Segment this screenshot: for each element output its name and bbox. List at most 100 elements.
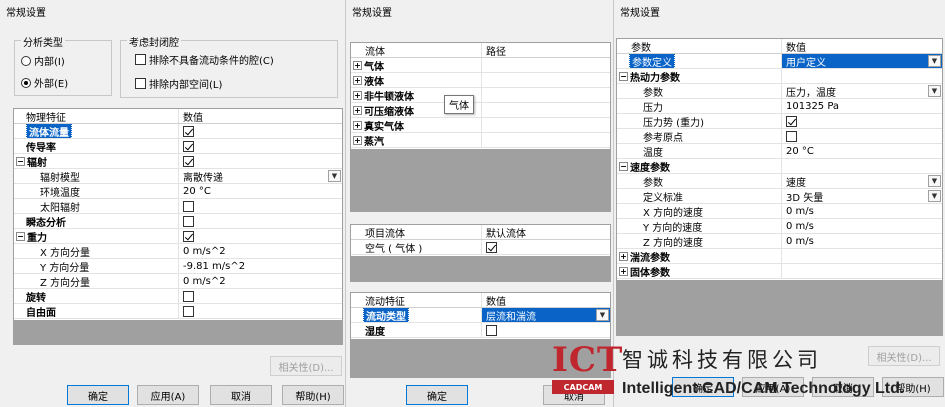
row-radiation[interactable]: − 辐射: [14, 154, 342, 169]
parameters-grid[interactable]: 参数 数值 参数定义 用户定义 ▼ − 热动力参数 参数 压力，温度 ▼ 压力 1…: [616, 38, 943, 336]
row-gravity[interactable]: − 重力: [14, 229, 342, 244]
check-reference-origin[interactable]: [786, 130, 797, 142]
row-transient[interactable]: 瞬态分析: [14, 214, 342, 229]
chevron-down-icon[interactable]: ▼: [928, 85, 941, 97]
radio-internal-indicator[interactable]: [21, 55, 31, 66]
value-velocity-x[interactable]: 0 m/s: [781, 204, 942, 218]
row-definition-standard[interactable]: 定义标准 3D 矢量 ▼: [617, 189, 942, 204]
chevron-down-icon[interactable]: ▼: [928, 190, 941, 202]
value-velocity-y[interactable]: 0 m/s: [781, 219, 942, 233]
ok-button[interactable]: 确定: [406, 385, 468, 405]
row-radiation-model[interactable]: 辐射模型 离散传递 ▼: [14, 169, 342, 184]
exclude-internal-checkbox[interactable]: 排除内部空间(L): [135, 76, 222, 91]
row-gravity-z[interactable]: Z 方向分量 0 m/s^2: [14, 274, 342, 289]
row-thermo-params[interactable]: − 热动力参数: [617, 69, 942, 84]
expand-icon[interactable]: +: [353, 105, 362, 115]
expand-icon[interactable]: +: [353, 120, 362, 130]
expand-icon[interactable]: +: [353, 135, 362, 145]
row-ambient-temp[interactable]: 环境温度 20 °C: [14, 184, 342, 199]
check-gravity[interactable]: [183, 230, 194, 242]
chevron-down-icon[interactable]: ▼: [328, 170, 341, 182]
value-radiation-model[interactable]: 离散传递: [178, 169, 342, 184]
value-param-definition[interactable]: 用户定义: [781, 54, 942, 69]
row-velocity-y[interactable]: Y 方向的速度 0 m/s: [617, 219, 942, 234]
row-gravity-y[interactable]: Y 方向分量 -9.81 m/s^2: [14, 259, 342, 274]
value-gravity-x[interactable]: 0 m/s^2: [178, 244, 342, 258]
value-ambient-temp[interactable]: 20 °C: [178, 184, 342, 198]
fluid-item-liquid[interactable]: + 液体: [351, 73, 610, 88]
row-fluid-flow[interactable]: 流体流量: [14, 124, 342, 139]
value-temperature[interactable]: 20 °C: [781, 144, 942, 158]
humidity-check[interactable]: [486, 324, 497, 336]
chevron-down-icon[interactable]: ▼: [928, 55, 941, 67]
row-free-surface[interactable]: 自由面: [14, 304, 342, 319]
ok-button[interactable]: 确定: [67, 385, 129, 405]
collapse-icon[interactable]: −: [619, 161, 628, 171]
expand-icon[interactable]: +: [353, 90, 362, 100]
expand-icon[interactable]: +: [353, 60, 362, 70]
value-definition-standard[interactable]: 3D 矢量: [781, 189, 942, 204]
row-turbulence-params[interactable]: + 湍流参数: [617, 249, 942, 264]
flow-type-row[interactable]: 流动类型 层流和湍流 ▼: [351, 308, 610, 323]
row-solid-params[interactable]: + 固体参数: [617, 264, 942, 279]
value-velocity-param[interactable]: 速度: [781, 174, 942, 189]
expand-icon[interactable]: +: [353, 75, 362, 85]
radio-internal[interactable]: 内部(I): [21, 53, 65, 68]
expand-icon[interactable]: +: [619, 266, 628, 276]
value-velocity-z[interactable]: 0 m/s: [781, 234, 942, 248]
row-gravity-x[interactable]: X 方向分量 0 m/s^2: [14, 244, 342, 259]
radio-external-indicator[interactable]: [21, 77, 31, 88]
check-rotation[interactable]: [183, 290, 194, 302]
row-velocity-params[interactable]: − 速度参数: [617, 159, 942, 174]
help-button[interactable]: 帮助(H): [282, 385, 344, 405]
check-transient[interactable]: [183, 215, 194, 227]
check-pressure-potential[interactable]: [786, 115, 797, 127]
cancel-button[interactable]: 取消: [210, 385, 272, 405]
project-fluids-grid[interactable]: 项目流体 默认流体 空气 ( 气体 ): [350, 224, 611, 282]
expand-icon[interactable]: +: [619, 251, 628, 261]
flow-type-value[interactable]: 层流和湍流: [481, 308, 610, 323]
row-conductivity[interactable]: 传导率: [14, 139, 342, 154]
collapse-icon[interactable]: −: [16, 231, 25, 241]
default-fluid-check[interactable]: [486, 241, 497, 253]
fluid-item-steam[interactable]: + 蒸汽: [351, 133, 610, 148]
row-temperature[interactable]: 温度 20 °C: [617, 144, 942, 159]
row-thermo-param[interactable]: 参数 压力，温度 ▼: [617, 84, 942, 99]
dependency-button[interactable]: 相关性(D)...: [270, 356, 342, 376]
row-reference-origin[interactable]: 参考原点: [617, 129, 942, 144]
exclude-no-flow-box[interactable]: [135, 54, 146, 65]
exclude-internal-box[interactable]: [135, 78, 146, 89]
fluids-grid[interactable]: 流体 路径 + 气体 + 液体 + 非牛顿液体 + 可压缩液体 + 真实气体 + 蒸汽: [350, 42, 611, 212]
row-solar-radiation[interactable]: 太阳辐射: [14, 199, 342, 214]
humidity-row[interactable]: 湿度: [351, 323, 610, 338]
radio-external[interactable]: 外部(E): [21, 75, 68, 90]
row-rotation[interactable]: 旋转: [14, 289, 342, 304]
project-fluid-row[interactable]: 空气 ( 气体 ): [351, 240, 610, 255]
check-conductivity[interactable]: [183, 140, 194, 152]
collapse-icon[interactable]: −: [619, 71, 628, 81]
collapse-icon[interactable]: −: [16, 156, 25, 166]
row-velocity-param[interactable]: 参数 速度 ▼: [617, 174, 942, 189]
chevron-down-icon[interactable]: ▼: [596, 309, 609, 321]
value-pressure[interactable]: 101325 Pa: [781, 99, 942, 113]
value-gravity-z[interactable]: 0 m/s^2: [178, 274, 342, 288]
fluid-item-real-gas[interactable]: + 真实气体: [351, 118, 610, 133]
apply-button[interactable]: 应用(A): [137, 385, 199, 405]
exclude-no-flow-checkbox[interactable]: 排除不具备流动条件的腔(C): [135, 52, 274, 67]
chevron-down-icon[interactable]: ▼: [928, 175, 941, 187]
physical-features-grid[interactable]: 物理特征 数值 流体流量 传导率 − 辐射 辐射模型 离散传递 ▼ 环境温度 20…: [13, 108, 343, 345]
fluid-item-gas[interactable]: + 气体: [351, 58, 610, 73]
value-thermo-param[interactable]: 压力，温度: [781, 84, 942, 99]
check-solar-radiation[interactable]: [183, 200, 194, 212]
check-free-surface[interactable]: [183, 305, 194, 317]
check-fluid-flow[interactable]: [183, 125, 194, 137]
value-gravity-y[interactable]: -9.81 m/s^2: [178, 259, 342, 273]
row-param-definition[interactable]: 参数定义 用户定义 ▼: [617, 54, 942, 69]
row-velocity-x[interactable]: X 方向的速度 0 m/s: [617, 204, 942, 219]
row-pressure-potential[interactable]: 压力势 (重力): [617, 114, 942, 129]
row-pressure[interactable]: 压力 101325 Pa: [617, 99, 942, 114]
fluid-item-compressible[interactable]: + 可压缩液体: [351, 103, 610, 118]
fluid-item-non-newtonian[interactable]: + 非牛顿液体: [351, 88, 610, 103]
check-radiation[interactable]: [183, 155, 194, 167]
row-velocity-z[interactable]: Z 方向的速度 0 m/s: [617, 234, 942, 249]
